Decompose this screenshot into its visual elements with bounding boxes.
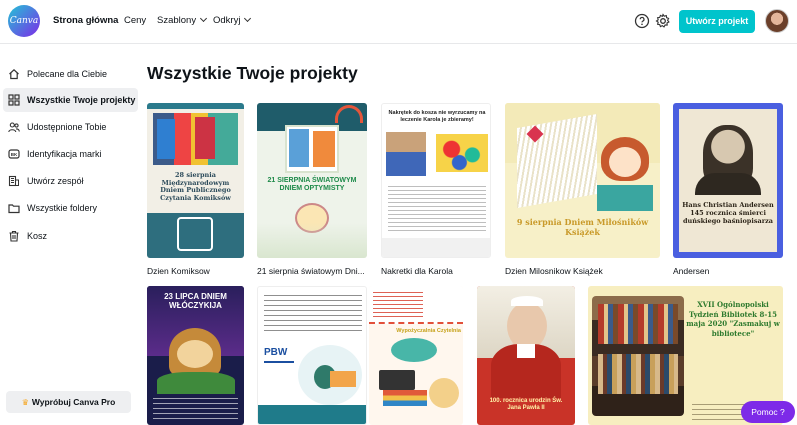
project-card[interactable]: 23 LIPCA DNIEM WŁÓCZYKIJA: [147, 286, 244, 425]
nav-templates-label: Szablony: [157, 15, 197, 26]
project-thumbnail[interactable]: 21 SIERPNIA ŚWIATOWYM DNIEM OPTYMISTY: [257, 103, 367, 258]
user-avatar[interactable]: [765, 9, 789, 33]
svg-text:BK: BK: [11, 152, 18, 157]
project-name[interactable]: Nakretki dla Karola: [381, 266, 491, 276]
folder-icon: [8, 204, 20, 214]
project-thumbnail[interactable]: 9 sierpnia Dniem Miłośników Książek: [505, 103, 660, 258]
chevron-down-icon: [200, 14, 208, 23]
project-card[interactable]: PBW: [257, 286, 367, 425]
project-thumbnail[interactable]: 100. rocznica urodzin Św. Jana Pawła II: [477, 286, 575, 425]
thumbnail-text: XVII Ogólnopolski Tydzień Bibliotek 8-15…: [686, 300, 780, 338]
sidebar-item-label: Udostępnione Tobie: [27, 122, 107, 132]
project-card[interactable]: 9 sierpnia Dniem Miłośników Książek Dzie…: [505, 103, 660, 276]
sidebar-item-label: Identyfikacja marki: [27, 149, 102, 159]
project-thumbnail[interactable]: PBW: [257, 286, 367, 425]
project-thumbnail[interactable]: 23 LIPCA DNIEM WŁÓCZYKIJA: [147, 286, 244, 425]
sidebar-item-label: Polecane dla Ciebie: [27, 69, 108, 79]
nav-pricing[interactable]: Ceny: [124, 15, 146, 26]
nav-discover[interactable]: Odkryj: [213, 14, 252, 26]
people-icon: [8, 122, 20, 133]
sidebar-item-trash[interactable]: Kosz: [3, 224, 138, 248]
project-name[interactable]: Dzien Komiksow: [147, 266, 244, 276]
thumbnail-text: Hans Christian Andersen 145 rocznica śmi…: [682, 201, 774, 225]
sidebar-item-label: Kosz: [27, 231, 48, 241]
project-thumbnail[interactable]: Hans Christian Andersen 145 rocznica śmi…: [673, 103, 783, 258]
canva-logo[interactable]: Canva: [8, 5, 40, 37]
project-card[interactable]: Wypożyczalnia Czytelnia: [369, 286, 463, 425]
project-card[interactable]: 28 sierpnia Międzynarodowym Dniem Public…: [147, 103, 244, 276]
thumbnail-text: 21 SIERPNIA ŚWIATOWYM DNIEM OPTYMISTY: [267, 177, 357, 192]
try-canva-pro-button[interactable]: ♛ Wypróbuj Canva Pro: [6, 391, 131, 413]
help-icon[interactable]: [634, 13, 650, 29]
thumbnail-text: 100. rocznica urodzin Św. Jana Pawła II: [489, 398, 563, 411]
trash-icon: [9, 230, 19, 242]
project-name[interactable]: Andersen: [673, 266, 783, 276]
home-icon: [9, 68, 19, 80]
sidebar-item-label: Wszystkie foldery: [27, 203, 98, 213]
thumbnail-text: 23 LIPCA DNIEM WŁÓCZYKIJA: [164, 292, 227, 310]
sidebar-item-all-projects[interactable]: Wszystkie Twoje projekty: [3, 88, 138, 112]
sidebar-item-recommended[interactable]: Polecane dla Ciebie: [3, 62, 138, 86]
nav-discover-label: Odkryj: [213, 15, 241, 26]
nav-templates[interactable]: Szablony: [157, 14, 208, 26]
thumbnail-text: Wypożyczalnia Czytelnia: [396, 328, 461, 334]
project-thumbnail[interactable]: Wypożyczalnia Czytelnia: [369, 286, 463, 425]
sidebar: Polecane dla Ciebie Wszystkie Twoje proj…: [0, 44, 140, 425]
sidebar-item-label: Wszystkie Twoje projekty: [27, 95, 136, 105]
project-name[interactable]: 21 sierpnia światowym Dni...: [257, 266, 367, 276]
create-design-button[interactable]: Utwórz projekt: [679, 10, 755, 33]
page-title: Wszystkie Twoje projekty: [147, 63, 358, 83]
building-icon: [8, 175, 19, 187]
chevron-down-icon: [244, 14, 252, 23]
project-thumbnail[interactable]: 28 sierpnia Międzynarodowym Dniem Public…: [147, 103, 244, 258]
thumbnail-text: Nakrętek do kosza nie wyrzucamy na lecze…: [388, 110, 486, 123]
project-card[interactable]: Nakrętek do kosza nie wyrzucamy na lecze…: [381, 103, 491, 276]
project-thumbnail[interactable]: Nakrętek do kosza nie wyrzucamy na lecze…: [381, 103, 491, 258]
sidebar-item-create-team[interactable]: Utwórz zespół: [3, 169, 138, 193]
sidebar-item-label: Utwórz zespół: [27, 176, 84, 186]
sidebar-item-shared[interactable]: Udostępnione Tobie: [3, 115, 138, 139]
project-name[interactable]: Dzien Milosnikow Książek: [505, 266, 660, 276]
brand-icon: BK: [8, 149, 20, 159]
settings-gear-icon[interactable]: [655, 13, 671, 29]
thumbnail-text: 28 sierpnia Międzynarodowym Dniem Public…: [160, 171, 231, 202]
sidebar-item-brand[interactable]: BK Identyfikacja marki: [3, 142, 138, 166]
project-card[interactable]: 21 SIERPNIA ŚWIATOWYM DNIEM OPTYMISTY 21…: [257, 103, 367, 276]
project-card[interactable]: 100. rocznica urodzin Św. Jana Pawła II: [477, 286, 575, 425]
project-card[interactable]: Hans Christian Andersen 145 rocznica śmi…: [673, 103, 783, 276]
crown-icon: ♛: [21, 398, 29, 407]
nav-home[interactable]: Strona główna: [53, 15, 118, 26]
sidebar-item-folders[interactable]: Wszystkie foldery: [3, 196, 138, 220]
help-button[interactable]: Pomoc ?: [741, 401, 795, 423]
thumbnail-text: 9 sierpnia Dniem Miłośników Książek: [516, 217, 649, 237]
grid-icon: [8, 94, 20, 106]
top-bar: Canva Strona główna Ceny Szablony Odkryj…: [0, 0, 797, 44]
try-pro-label: Wypróbuj Canva Pro: [31, 397, 116, 407]
